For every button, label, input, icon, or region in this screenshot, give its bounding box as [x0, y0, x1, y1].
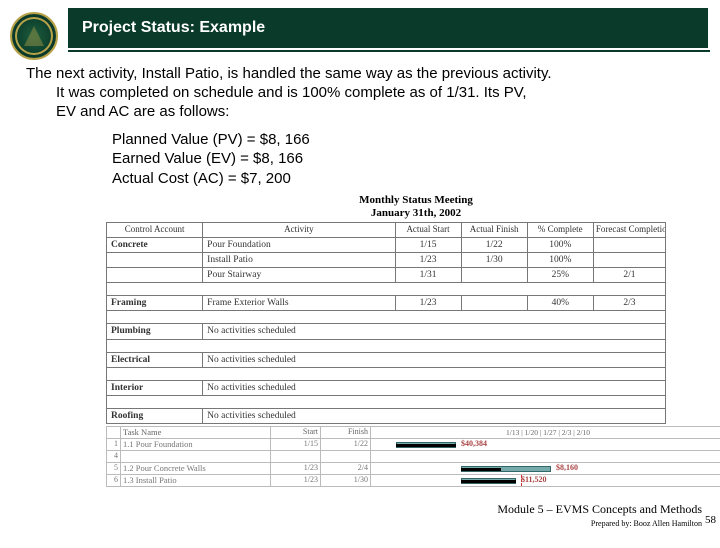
value-list: Planned Value (PV) = $8, 166 Earned Valu… — [26, 130, 690, 189]
module-label: Module 5 – EVMS Concepts and Methods — [497, 502, 702, 517]
table-row: Interior No activities scheduled — [107, 380, 666, 395]
status-table: Control Account Activity Actual Start Ac… — [106, 222, 666, 424]
table-row: Plumbing No activities scheduled — [107, 324, 666, 339]
ac-line: Actual Cost (AC) = $7, 200 — [112, 169, 690, 189]
status-figure: Monthly Status Meeting January 31th, 200… — [106, 194, 720, 487]
gantt-table: Task Name Start Finish 1/13 | 1/20 | 1/2… — [106, 426, 720, 487]
pv-line: Planned Value (PV) = $8, 166 — [112, 130, 690, 150]
slide-body: The next activity, Install Patio, is han… — [0, 52, 720, 487]
table-row: Electrical No activities scheduled — [107, 352, 666, 367]
intro-line3: EV and AC are as follows: — [26, 102, 690, 121]
ev-line: Earned Value (EV) = $8, 166 — [112, 149, 690, 169]
table-row: Roofing No activities scheduled — [107, 408, 666, 423]
status-heading: Monthly Status Meeting January 31th, 200… — [106, 194, 720, 219]
table-row: Framing Frame Exterior Walls 1/23 40% 2/… — [107, 296, 666, 311]
prepared-by: Prepared by: Booz Allen Hamilton — [497, 519, 702, 528]
intro-line2: It was completed on schedule and is 100%… — [26, 83, 690, 102]
intro-line1: The next activity, Install Patio, is han… — [26, 64, 690, 83]
title-bar: Project Status: Example — [68, 8, 708, 48]
footer: Module 5 – EVMS Concepts and Methods Pre… — [497, 502, 702, 528]
gantt-chart: Task Name Start Finish 1/13 | 1/20 | 1/2… — [106, 426, 720, 487]
table-row: Pour Stairway 1/31 25% 2/1 — [107, 268, 666, 283]
slide-title: Project Status: Example — [82, 19, 265, 37]
page-number: 58 — [705, 514, 716, 526]
intro-paragraph: The next activity, Install Patio, is han… — [26, 64, 690, 122]
table-row: Install Patio 1/23 1/30 100% — [107, 253, 666, 268]
header-row: Control Account Activity Actual Start Ac… — [107, 223, 666, 238]
table-row: Concrete Pour Foundation 1/15 1/22 100% — [107, 237, 666, 252]
doe-seal-icon — [10, 12, 58, 60]
